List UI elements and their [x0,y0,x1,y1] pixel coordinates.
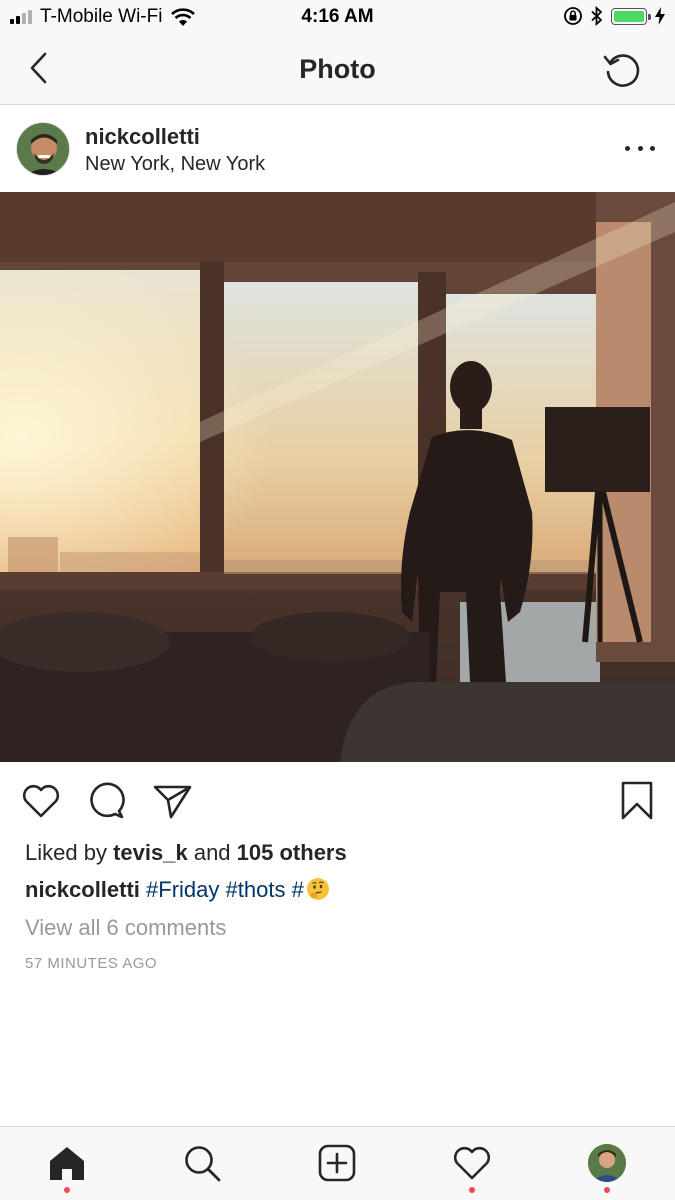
caption-author[interactable]: nickcolletti [25,877,140,902]
post-username[interactable]: nickcolletti [85,124,200,150]
post-location[interactable]: New York, New York [85,153,265,176]
orientation-lock-icon [564,7,582,25]
add-post-icon [318,1144,356,1182]
likes-joiner: and [193,840,231,865]
tab-home[interactable] [45,1141,89,1193]
tab-home-dot [64,1187,70,1193]
share-icon[interactable] [152,780,194,822]
hashtag-emoji[interactable]: # [292,877,330,902]
hashtag-thots[interactable]: #thots [226,877,286,902]
avatar[interactable] [16,122,70,176]
profile-avatar [588,1144,626,1182]
post-timestamp: 57 MINUTES AGO [25,955,158,972]
likes-others[interactable]: 105 others [237,840,347,865]
heart-icon[interactable] [20,780,62,822]
more-options-icon[interactable] [625,136,655,160]
chevron-left-icon[interactable] [22,50,58,86]
nav-bar: Photo [0,36,675,105]
tab-activity-dot [469,1187,475,1193]
tab-search[interactable] [180,1141,224,1185]
tab-profile[interactable] [585,1141,629,1193]
page-title: Photo [299,54,376,84]
liker-username[interactable]: tevis_k [113,840,188,865]
battery-level [614,10,644,22]
charging-icon [655,7,665,25]
likes-line[interactable]: Liked by tevis_k and 105 others [25,840,347,866]
view-comments-link[interactable]: View all 6 comments [25,915,226,941]
post-photo[interactable] [0,192,675,762]
tab-add-post[interactable] [315,1141,359,1185]
thinking-face-emoji [306,878,329,900]
bluetooth-icon [591,6,603,26]
likes-prefix: Liked by [25,840,107,865]
comment-icon[interactable] [86,780,128,822]
post-actions [0,762,675,840]
tab-activity[interactable] [450,1141,494,1193]
battery-icon [611,7,651,25]
hashtag-symbol: # [291,877,304,902]
tab-profile-dot [604,1187,610,1193]
activity-heart-icon [453,1146,491,1180]
tab-bar [0,1126,675,1200]
status-bar: T-Mobile Wi-Fi 4:16 AM [0,0,675,36]
bookmark-icon[interactable] [616,780,658,822]
post-header: nickcolletti New York, New York [0,106,675,192]
home-icon [50,1147,84,1180]
status-right [563,6,665,26]
caption: nickcolletti #Friday #thots # [25,877,330,903]
search-icon [185,1146,221,1182]
hashtag-friday[interactable]: #Friday [146,877,219,902]
refresh-icon[interactable] [601,48,645,92]
